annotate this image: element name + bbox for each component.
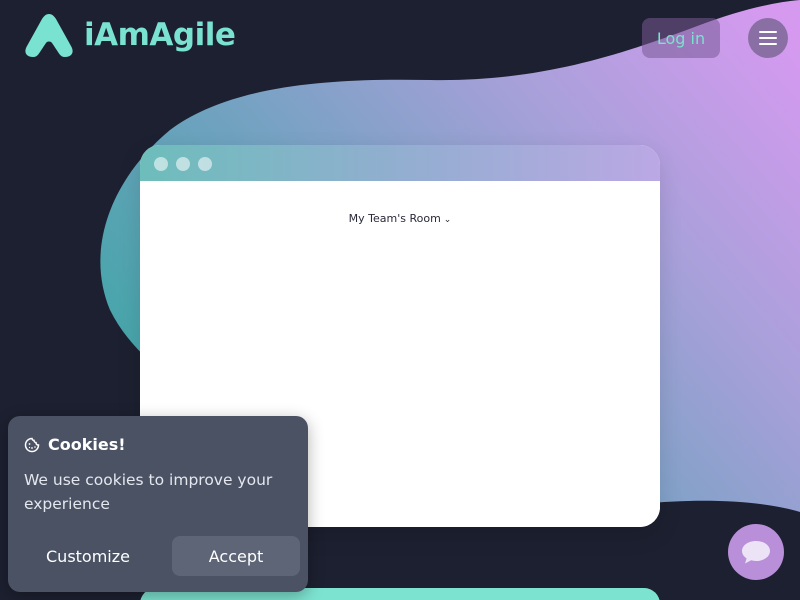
- cookie-message: We use cookies to improve your experienc…: [24, 471, 273, 513]
- accept-button[interactable]: Accept: [172, 536, 300, 576]
- brand-name: iAmAgile: [84, 17, 236, 53]
- login-label: Log in: [656, 28, 706, 48]
- window-dot: [176, 157, 190, 171]
- room-selector[interactable]: My Team's Room ⌄: [140, 212, 660, 225]
- login-button[interactable]: Log in: [642, 18, 720, 58]
- menu-button[interactable]: [748, 18, 788, 58]
- cookie-icon: [24, 437, 40, 452]
- chat-bubble-icon: [742, 541, 770, 564]
- cookie-banner: Cookies! We use cookies to improve your …: [8, 416, 308, 592]
- chevron-down-icon: ⌄: [443, 215, 452, 225]
- brand-logo[interactable]: iAmAgile: [24, 12, 236, 58]
- window-dot: [154, 157, 168, 171]
- customize-button[interactable]: Customize: [24, 536, 152, 576]
- window-dot: [198, 157, 212, 171]
- window-title-bar: [140, 145, 660, 181]
- hamburger-menu-icon: [759, 31, 777, 45]
- chat-button[interactable]: [728, 524, 784, 580]
- agile-logo-icon: [25, 14, 73, 57]
- room-selector-label: My Team's Room: [348, 212, 441, 225]
- cookie-header: Cookies!: [24, 435, 126, 454]
- page: iAmAgile Log in My Team's Room ⌄ Cookies…: [0, 0, 800, 600]
- cookie-title: Cookies!: [48, 435, 126, 454]
